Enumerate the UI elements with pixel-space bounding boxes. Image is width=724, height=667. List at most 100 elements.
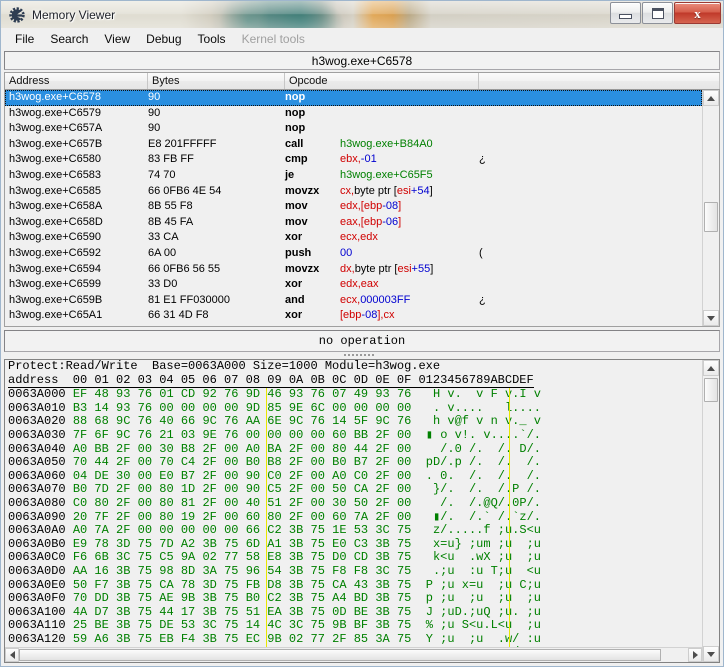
- hex-byte: D0: [332, 550, 354, 564]
- hex-row[interactable]: 0063A0A0 A0 7A 2F 00 00 00 00 00 66 C2 3…: [8, 524, 702, 538]
- hex-byte: A0: [246, 442, 268, 456]
- disasm-mnemonic-cell: and: [285, 293, 340, 309]
- hex-horizontal-scrollbar[interactable]: [5, 647, 702, 662]
- hex-row[interactable]: 0063A000 EF 48 93 76 01 CD 92 76 9D 46 9…: [8, 388, 702, 402]
- hex-byte: 4A: [73, 605, 95, 619]
- hex-row[interactable]: 0063A0C0 F6 6B 3C 75 C5 9A 02 77 58 E8 3…: [8, 551, 702, 565]
- hex-byte: 75: [397, 605, 419, 619]
- table-row[interactable]: h3wog.exe+C658374 70jeh3wog.exe+C65F5: [5, 168, 702, 184]
- hex-dump-content[interactable]: Protect:Read/Write Base=0063A000 Size=10…: [5, 360, 702, 662]
- table-row[interactable]: h3wog.exe+C658083 FB FFcmpebx,-01¿: [5, 152, 702, 168]
- table-row[interactable]: h3wog.exe+C658566 0FB6 4E 54movzxcx,byte…: [5, 184, 702, 200]
- table-row[interactable]: h3wog.exe+C659B81 E1 FF030000andecx,0000…: [5, 293, 702, 309]
- table-row[interactable]: h3wog.exe+C658D8B 45 FAmoveax,[ebp-06]: [5, 215, 702, 231]
- table-row[interactable]: h3wog.exe+C659466 0FB6 56 55movzxdx,byte…: [5, 262, 702, 278]
- column-header-address[interactable]: Address: [5, 73, 148, 89]
- minimize-button[interactable]: [610, 2, 641, 24]
- memory-viewer-window: Memory Viewer x File Search View Debug T…: [0, 0, 724, 667]
- hex-row[interactable]: 0063A010 B3 14 93 76 00 00 00 00 9D 85 9…: [8, 402, 702, 416]
- hex-byte: BF: [354, 618, 376, 632]
- hex-row[interactable]: 0063A120 59 A6 3B 75 EB F4 3B 75 EC 9B 0…: [8, 633, 702, 647]
- hex-byte: 75: [311, 564, 333, 578]
- hex-scroll-thumb[interactable]: [704, 378, 718, 402]
- menu-item-view[interactable]: View: [96, 30, 138, 49]
- table-row[interactable]: h3wog.exe+C658A8B 55 F8movedx,[ebp-08]: [5, 199, 702, 215]
- hex-row[interactable]: 0063A110 25 BE 3B 75 DE 53 3C 75 14 4C 3…: [8, 619, 702, 633]
- panel-splitter[interactable]: [1, 352, 723, 359]
- menu-item-search[interactable]: Search: [42, 30, 96, 49]
- hex-rows: 0063A000 EF 48 93 76 01 CD 92 76 9D 46 9…: [8, 388, 702, 662]
- hex-vertical-scrollbar[interactable]: [702, 360, 719, 662]
- disasm-operands-cell: [340, 90, 479, 106]
- hex-row[interactable]: 0063A0E0 50 F7 3B 75 CA 78 3D 75 FB D8 3…: [8, 579, 702, 593]
- hex-row[interactable]: 0063A090 20 7F 2F 00 80 19 2F 00 60 80 2…: [8, 511, 702, 525]
- table-row[interactable]: h3wog.exe+C65A166 31 4D F8xor[ebp-08],cx: [5, 308, 702, 324]
- scroll-up-button[interactable]: [703, 90, 719, 106]
- hscroll-track[interactable]: [19, 648, 688, 662]
- column-header-opcode[interactable]: Opcode: [285, 73, 479, 89]
- hex-byte: 17: [181, 605, 203, 619]
- operand-token: ]: [398, 216, 401, 228]
- hscroll-thumb[interactable]: [19, 649, 661, 661]
- hex-byte: F4: [181, 632, 203, 646]
- hex-row[interactable]: 0063A100 4A D7 3B 75 44 17 3B 75 51 EA 3…: [8, 606, 702, 620]
- hex-row[interactable]: 0063A060 04 DE 30 00 E0 B7 2F 00 90 C0 2…: [8, 470, 702, 484]
- hex-row[interactable]: 0063A050 70 44 2F 00 70 C4 2F 00 B0 B8 2…: [8, 456, 702, 470]
- scroll-down-button[interactable]: [703, 310, 719, 326]
- hex-scroll-up-button[interactable]: [703, 360, 719, 376]
- hex-row[interactable]: 0063A0B0 E9 78 3D 75 7D A2 3B 75 6D A1 3…: [8, 538, 702, 552]
- column-header-bytes[interactable]: Bytes: [148, 73, 285, 89]
- hex-row[interactable]: 0063A0F0 70 DD 3B 75 AE 9B 3B 75 B0 C2 3…: [8, 592, 702, 606]
- menu-item-tools[interactable]: Tools: [190, 30, 234, 49]
- operand-token: ebx,: [340, 153, 361, 165]
- scroll-thumb[interactable]: [704, 202, 718, 232]
- operand-token: h3wog.exe+B84A0: [340, 138, 433, 150]
- hex-byte: 3C: [375, 523, 397, 537]
- table-row[interactable]: h3wog.exe+C65A581 E2 FF030000andedx,0000…: [5, 324, 702, 326]
- hex-row[interactable]: 0063A080 C0 80 2F 00 80 81 2F 00 40 51 2…: [8, 497, 702, 511]
- hex-row[interactable]: 0063A030 7F 6F 9C 76 21 03 9E 76 00 00 0…: [8, 429, 702, 443]
- hex-byte: 7D: [94, 482, 116, 496]
- maximize-button[interactable]: [642, 2, 673, 24]
- hex-ascii: P ;u x=u ;u C;u: [426, 578, 541, 592]
- disasm-mnemonic-cell: nop: [285, 106, 340, 122]
- table-row[interactable]: h3wog.exe+C657BE8 201FFFFFcallh3wog.exe+…: [5, 137, 702, 153]
- hex-byte: 9E: [289, 401, 311, 415]
- table-row[interactable]: h3wog.exe+C657990nop: [5, 106, 702, 122]
- hscroll-right-button[interactable]: [688, 648, 702, 662]
- table-row[interactable]: h3wog.exe+C659933 D0xoredx,eax: [5, 277, 702, 293]
- table-row[interactable]: h3wog.exe+C65926A 00push00(: [5, 246, 702, 262]
- hex-row[interactable]: 0063A020 88 68 9C 76 40 66 9C 76 AA 6E 9…: [8, 415, 702, 429]
- table-row[interactable]: h3wog.exe+C657890nop: [5, 90, 702, 106]
- hex-scroll-down-button[interactable]: [703, 646, 719, 662]
- hex-row[interactable]: 0063A0D0 AA 16 3B 75 98 8D 3A 75 96 54 3…: [8, 565, 702, 579]
- column-header-comment[interactable]: [479, 73, 720, 89]
- hex-byte: F8: [354, 564, 376, 578]
- menu-item-file[interactable]: File: [7, 30, 42, 49]
- disasm-comment-cell: [479, 106, 702, 122]
- disasm-address-cell: h3wog.exe+C658D: [5, 215, 148, 231]
- hex-byte: A2: [181, 537, 203, 551]
- scroll-track[interactable]: [703, 106, 719, 310]
- disassembler-vertical-scrollbar[interactable]: [702, 90, 719, 326]
- hex-byte: 44: [159, 605, 181, 619]
- close-button[interactable]: x: [674, 2, 721, 24]
- disasm-comment-cell: (: [479, 246, 702, 262]
- hex-byte: 90: [246, 482, 268, 496]
- hex-byte: 75: [311, 523, 333, 537]
- hex-byte: 00: [224, 469, 246, 483]
- hscroll-left-button[interactable]: [5, 648, 19, 662]
- hex-row[interactable]: 0063A040 A0 BB 2F 00 30 B8 2F 00 A0 BA 2…: [8, 443, 702, 457]
- table-row[interactable]: h3wog.exe+C659033 CAxorecx,edx: [5, 230, 702, 246]
- hex-address: 0063A0A0: [8, 523, 73, 537]
- menu-item-debug[interactable]: Debug: [138, 30, 189, 49]
- hex-ascii: k<u .wX ;u ;u: [426, 550, 541, 564]
- hex-row[interactable]: 0063A070 B0 7D 2F 00 80 1D 2F 00 90 C5 2…: [8, 483, 702, 497]
- disassembler-address-bar[interactable]: h3wog.exe+C6578: [4, 51, 720, 70]
- hex-scroll-track[interactable]: [703, 376, 719, 646]
- disasm-mnemonic-cell: mov: [285, 199, 340, 215]
- hex-byte: 53: [354, 523, 376, 537]
- title-bar[interactable]: Memory Viewer x: [0, 0, 724, 28]
- table-row[interactable]: h3wog.exe+C657A90nop: [5, 121, 702, 137]
- hex-byte: 66: [181, 414, 203, 428]
